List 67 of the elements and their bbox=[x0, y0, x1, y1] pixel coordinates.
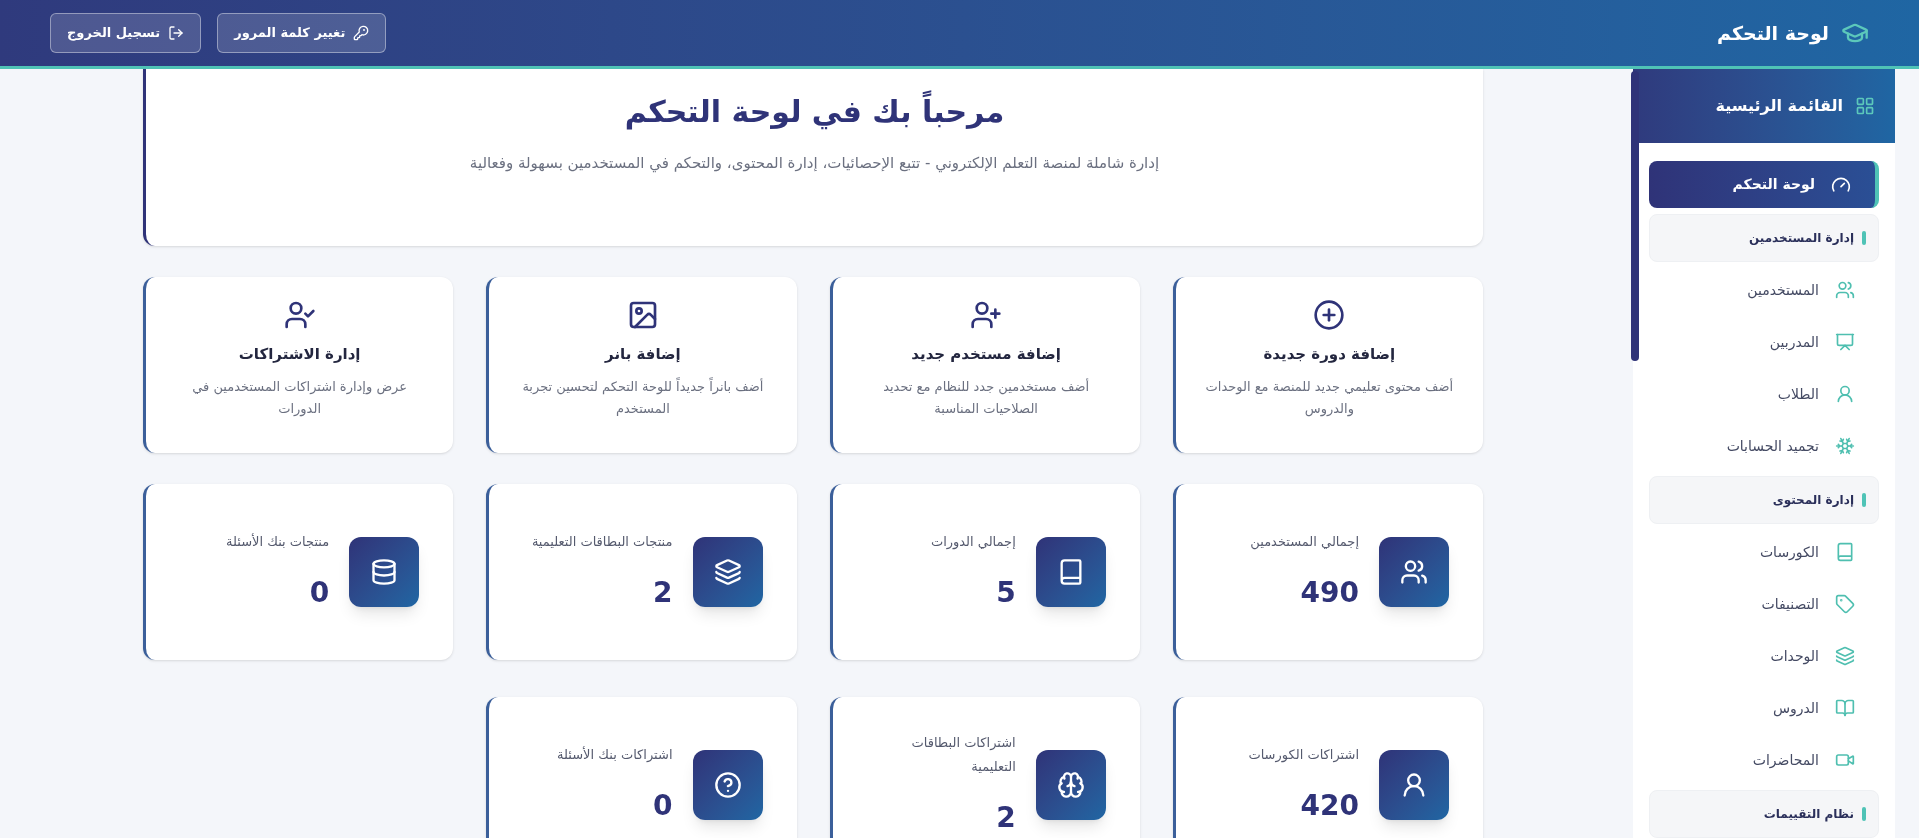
stat-label: إجمالي الدورات bbox=[929, 533, 1016, 552]
book-icon bbox=[1835, 542, 1855, 562]
stat-label: إجمالي المستخدمين bbox=[1249, 533, 1359, 552]
app-title: لوحة التحكم bbox=[1717, 20, 1829, 47]
stat-label: اشتراكات البطاقات التعليمية bbox=[910, 734, 1016, 776]
user-check-icon bbox=[283, 299, 316, 331]
stat-value: 420 bbox=[1299, 788, 1359, 824]
action-card[interactable]: إدارة الاشتراكات عرض وإدارة اشتراكات المستخدمين في الدورات bbox=[143, 277, 454, 453]
key-icon bbox=[353, 25, 370, 41]
stat-value: 2 bbox=[652, 575, 673, 611]
action-card[interactable]: إضافة بانر أضف بانراً جديداً للوحة التحكم لتحسين تجربة المستخدم bbox=[486, 277, 797, 453]
sidebar-item[interactable]: المحاضرات bbox=[1649, 736, 1879, 784]
sidebar-item[interactable]: الكورسات bbox=[1649, 528, 1879, 576]
welcome-description: إدارة شاملة لمنصة التعلم الإلكتروني - تتبع الإحصائيات، إدارة المحتوى، والتحكم في المستخدمين بسهولة وفعالية bbox=[468, 153, 1161, 175]
presentation-icon bbox=[1835, 332, 1855, 352]
action-description: أضف بانراً جديداً للوحة التحكم لتحسين تجربة المستخدم bbox=[521, 376, 765, 418]
reader-icon bbox=[1835, 698, 1855, 718]
stat-label: اشتراكات الكورسات bbox=[1247, 746, 1359, 765]
tag-icon bbox=[1835, 594, 1855, 614]
logout-icon bbox=[168, 25, 185, 41]
sidebar-item[interactable]: تجميد الحسابات bbox=[1649, 422, 1879, 470]
section-title: نظام التقييمات bbox=[1763, 806, 1854, 823]
welcome-title: مرحباً بك في لوحة التحكم bbox=[624, 89, 1005, 134]
action-card[interactable]: إضافة دورة جديدة أضف محتوى تعليمي جديد للمنصة مع الوحدات والدروس bbox=[1172, 277, 1483, 453]
brain-icon bbox=[1056, 771, 1085, 799]
student-icon bbox=[1835, 384, 1855, 404]
sidebar-item[interactable]: المدربين bbox=[1649, 318, 1879, 366]
snowflake-icon bbox=[1835, 436, 1855, 456]
section-marker bbox=[1862, 231, 1866, 245]
action-description: عرض وإدارة اشتراكات المستخدمين في الدورات bbox=[191, 377, 409, 419]
plus-icon bbox=[1313, 299, 1346, 331]
action-title: إضافة دورة جديدة bbox=[1263, 344, 1396, 365]
action-card[interactable]: إضافة مستخدم جديد أضف مستخدمين جدد للنظام مع تحديد الصلاحيات المناسبة bbox=[829, 277, 1140, 453]
sidebar-item[interactable]: الوحدات bbox=[1649, 632, 1879, 680]
sidebar-item[interactable]: لوحة التحكم bbox=[1649, 161, 1879, 208]
stat-value: 0 bbox=[308, 575, 330, 611]
stat-value: 5 bbox=[995, 575, 1016, 611]
stat-label: منتجات بنك الأسئلة bbox=[224, 532, 330, 551]
sidebar-item[interactable]: المستخدمين bbox=[1649, 266, 1879, 314]
user-plus-icon bbox=[970, 299, 1003, 331]
action-title: إضافة مستخدم جديد bbox=[911, 344, 1061, 365]
sidebar-item[interactable]: الطلاب bbox=[1649, 370, 1879, 418]
action-description: أضف محتوى تعليمي جديد للمنصة مع الوحدات والدروس bbox=[1204, 377, 1455, 419]
layers-icon bbox=[713, 558, 742, 586]
question-icon bbox=[713, 771, 742, 799]
change-password-button[interactable]: تغيير كلمة المرور bbox=[217, 13, 387, 53]
stat-label: منتجات البطاقات التعليمية bbox=[530, 533, 673, 551]
database-icon bbox=[370, 558, 399, 586]
section-title: إدارة المستخدمين bbox=[1748, 230, 1854, 247]
logout-button[interactable]: تسجيل الخروج bbox=[50, 13, 202, 53]
users-icon bbox=[1835, 280, 1855, 300]
sidebar-item[interactable]: التصنيفات bbox=[1649, 580, 1879, 628]
layers-icon bbox=[1835, 646, 1855, 666]
section-title: إدارة المحتوى bbox=[1772, 492, 1854, 509]
section-marker bbox=[1862, 493, 1866, 507]
section-marker bbox=[1862, 807, 1866, 821]
sidebar-title: القائمة الرئيسية bbox=[1715, 95, 1843, 117]
action-title: إضافة بانر bbox=[605, 344, 681, 365]
stat-value: 490 bbox=[1299, 575, 1359, 611]
grid-icon bbox=[1855, 96, 1875, 116]
action-title: إدارة الاشتراكات bbox=[238, 344, 361, 365]
stat-value: 2 bbox=[995, 800, 1016, 836]
users-icon bbox=[1400, 558, 1428, 586]
action-description: أضف مستخدمين جدد للنظام مع تحديد الصلاحيات المناسبة bbox=[882, 377, 1091, 418]
sidebar-item[interactable]: الدروس bbox=[1649, 684, 1879, 732]
stat-label: اشتراكات بنك الأسئلة bbox=[556, 745, 673, 764]
stat-value: 0 bbox=[652, 788, 673, 824]
